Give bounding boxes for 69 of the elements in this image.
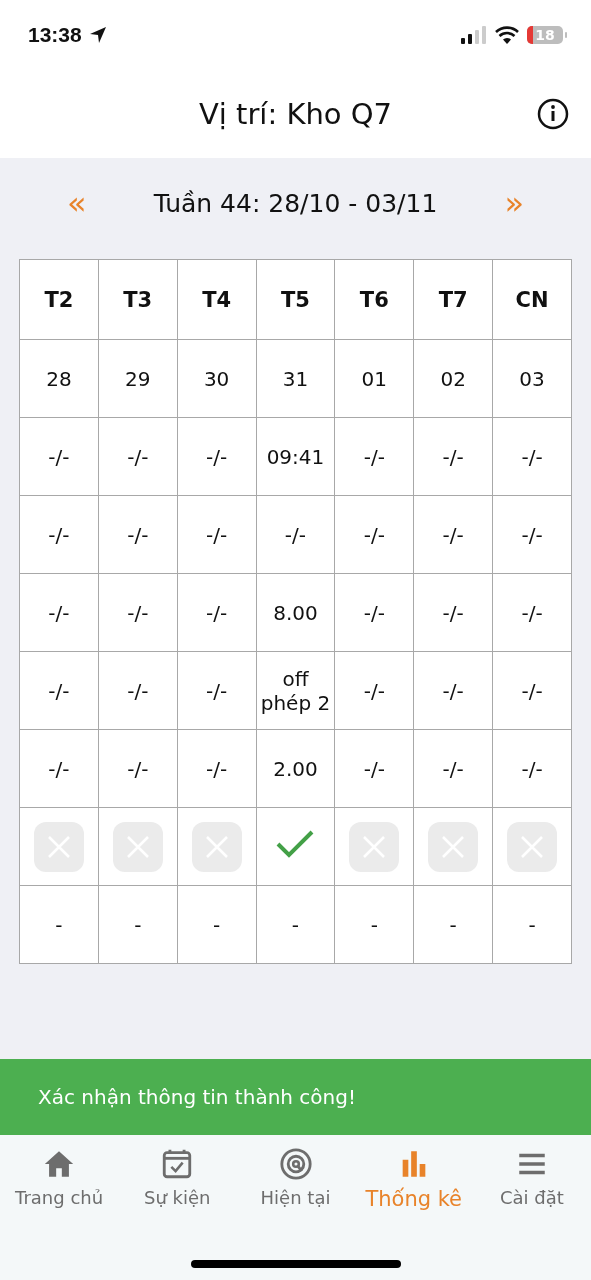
table-cell: -/-: [19, 651, 99, 730]
table-cell: -/-: [177, 729, 257, 808]
table-cell: -: [492, 885, 572, 964]
page-title: Vị trí: Kho Q7: [198, 97, 393, 131]
table-cell: -/-: [334, 417, 414, 496]
table-cell: -: [256, 885, 335, 964]
table-cell: -: [19, 885, 99, 964]
table-cell: -/-: [334, 729, 414, 808]
table-cell: -/-: [492, 651, 572, 730]
table-cell: -/-: [334, 573, 414, 652]
column-header: T6: [334, 259, 414, 340]
tab-bar-item[interactable]: Cài đặt: [472, 1147, 591, 1211]
tab-bar-item[interactable]: Hiện tại: [236, 1147, 355, 1211]
table-cell: -: [334, 885, 414, 964]
table-cell: -/-: [413, 651, 493, 730]
table-cell: -/-: [19, 573, 99, 652]
week-label: Tuần 44: 28/10 - 03/11: [153, 188, 438, 218]
table-cell: -/-: [492, 417, 572, 496]
table-cell: -/-: [492, 573, 572, 652]
table-cell: -/-: [413, 417, 493, 496]
tab-bar-item[interactable]: Sự kiện: [118, 1147, 237, 1211]
table-cell: -/-: [492, 729, 572, 808]
table-cell: 02: [413, 339, 493, 418]
column-header: T5: [256, 259, 335, 340]
column-header: T7: [413, 259, 493, 340]
table-cell: -/-: [177, 495, 257, 574]
column-header: CN: [492, 259, 572, 340]
table-cell: 30: [177, 339, 257, 418]
table-cell: 31: [256, 339, 335, 418]
table-cell: 2.00: [256, 729, 335, 808]
table-cell: -/-: [98, 495, 178, 574]
table-cell: -/-: [19, 729, 99, 808]
table-cell: -/-: [98, 417, 178, 496]
table-cell: -/-: [334, 495, 414, 574]
tab-bar-item[interactable]: Trang chủ: [0, 1147, 119, 1211]
column-header: T4: [177, 259, 257, 340]
table-cell: -/-: [413, 495, 493, 574]
tab-bar-item[interactable]: Thống kê: [354, 1147, 473, 1211]
table-cell: 28: [19, 339, 99, 418]
table-cell: -/-: [177, 573, 257, 652]
info-icon[interactable]: [537, 98, 569, 130]
table-cell: -: [177, 885, 257, 964]
table-cell: -/-: [256, 495, 335, 574]
table-cell: -/-: [334, 651, 414, 730]
column-header: T2: [19, 259, 99, 340]
table-cell: 03: [492, 339, 572, 418]
table-cell: -/-: [177, 417, 257, 496]
table-cell: 29: [98, 339, 178, 418]
table-cell: -/-: [413, 729, 493, 808]
table-cell: -/-: [177, 651, 257, 730]
table-cell: -/-: [98, 729, 178, 808]
table-cell: -/-: [98, 573, 178, 652]
table-cell: -: [413, 885, 493, 964]
toast-message: Xác nhận thông tin thành công!: [38, 1085, 356, 1109]
table-cell: 09:41: [256, 417, 335, 496]
signal-icon: [461, 26, 487, 44]
table-cell: 8.00: [256, 573, 335, 652]
column-header: T3: [98, 259, 178, 340]
table-cell: -/-: [98, 651, 178, 730]
table-cell: 01: [334, 339, 414, 418]
table-cell: -/-: [413, 573, 493, 652]
table-cell: -/-: [492, 495, 572, 574]
table-cell: -/-: [19, 417, 99, 496]
status-time: 13:38: [28, 23, 82, 47]
table-cell: off phép 2: [256, 651, 335, 730]
wifi-icon: [495, 26, 519, 44]
table-cell: -: [98, 885, 178, 964]
target-icon: [278, 1147, 313, 1181]
table-cell: -/-: [19, 495, 99, 574]
